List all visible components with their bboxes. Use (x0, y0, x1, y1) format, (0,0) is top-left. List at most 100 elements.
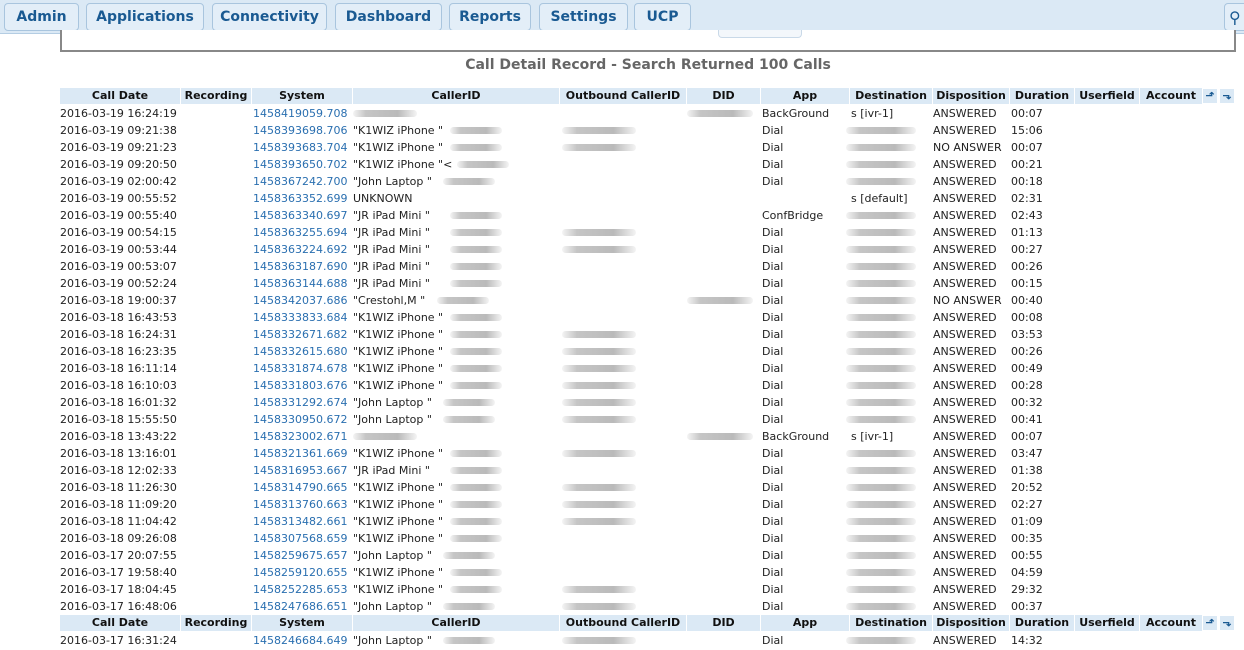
cell-system-link[interactable]: 1458367242.700 (253, 173, 352, 190)
redacted-outbound-callerid (562, 484, 636, 491)
cell-system-link[interactable]: 1458332615.680 (253, 343, 352, 360)
sort-descending-icon[interactable]: ⬎ (1220, 616, 1234, 630)
cell-system-link[interactable]: 1458363340.697 (253, 207, 352, 224)
header-callerid[interactable]: CallerID (353, 88, 559, 104)
redacted-callerid (443, 637, 495, 644)
cell-system-link[interactable]: 1458419059.708 (253, 105, 352, 122)
report-frame-tab[interactable] (718, 30, 802, 38)
cell-system-link[interactable]: 1458321361.669 (253, 445, 352, 462)
cell-duration: 03:53 (1011, 328, 1043, 341)
redacted-callerid (437, 297, 489, 304)
header-system[interactable]: System (252, 615, 352, 631)
nav-reports-button[interactable]: Reports (449, 3, 531, 31)
cell-system-link[interactable]: 1458313482.661 (253, 513, 352, 530)
redacted-callerid (450, 484, 502, 491)
cell-system-link[interactable]: 1458332671.682 (253, 326, 352, 343)
header-disposition[interactable]: Disposition (933, 88, 1009, 104)
header-outbound-callerid[interactable]: Outbound CallerID (560, 88, 686, 104)
cell-system-link[interactable]: 1458307568.659 (253, 530, 352, 547)
redacted-callerid (450, 314, 502, 321)
header-duration[interactable]: Duration (1010, 615, 1074, 631)
table-row: 2016-03-19 09:20:50 1458393650.702 "K1WIZ … (60, 156, 1238, 173)
cell-system-link[interactable]: 1458314790.665 (253, 479, 352, 496)
cell-system-link[interactable]: 1458331803.676 (253, 377, 352, 394)
cell-system-link[interactable]: 1458247686.651 (253, 598, 352, 615)
header-did[interactable]: DID (687, 88, 760, 104)
cell-system-link[interactable]: 1458316953.667 (253, 462, 352, 479)
cell-system-link[interactable]: 1458330950.672 (253, 411, 352, 428)
cell-duration: 00:27 (1011, 243, 1043, 256)
header-userfield[interactable]: Userfield (1075, 615, 1139, 631)
cell-system-link[interactable]: 1458393683.704 (253, 139, 352, 156)
cell-app: Dial (762, 260, 784, 273)
redacted-outbound-callerid (562, 144, 636, 151)
cell-system-link[interactable]: 1458259120.655 (253, 564, 352, 581)
nav-applications-button[interactable]: Applications (86, 3, 204, 31)
cell-call-date: 2016-03-19 09:21:23 (60, 141, 177, 154)
redacted-callerid (450, 212, 502, 219)
search-button[interactable]: ⚲ (1224, 3, 1244, 31)
header-destination[interactable]: Destination (850, 88, 932, 104)
nav-connectivity-button[interactable]: Connectivity (212, 3, 327, 31)
cell-system-link[interactable]: 1458363255.694 (253, 224, 352, 241)
sort-ascending-icon[interactable]: ⬏ (1203, 89, 1217, 103)
header-recording[interactable]: Recording (181, 88, 251, 104)
cell-system-link[interactable]: 1458331874.678 (253, 360, 352, 377)
cell-system-link[interactable]: 1458333833.684 (253, 309, 352, 326)
cell-call-date: 2016-03-18 16:11:14 (60, 362, 177, 375)
header-destination[interactable]: Destination (850, 615, 932, 631)
cell-duration: 03:47 (1011, 447, 1043, 460)
cell-app: Dial (762, 447, 784, 460)
cell-system-link[interactable]: 1458331292.674 (253, 394, 352, 411)
cell-system-link[interactable]: 1458363352.699 (253, 190, 352, 207)
redacted-destination (846, 399, 916, 406)
cell-call-date: 2016-03-19 00:54:15 (60, 226, 177, 239)
cell-system-link[interactable]: 1458393650.702 (253, 156, 352, 173)
cell-disposition: ANSWERED (933, 566, 997, 579)
header-account[interactable]: Account (1140, 88, 1202, 104)
redacted-callerid (443, 178, 495, 185)
cell-duration: 00:15 (1011, 277, 1043, 290)
header-account[interactable]: Account (1140, 615, 1202, 631)
cell-system-link[interactable]: 1458246684.649 (253, 632, 352, 649)
redacted-destination (846, 229, 916, 236)
cell-system-link[interactable]: 1458393698.706 (253, 122, 352, 139)
redacted-destination (846, 297, 916, 304)
sort-ascending-icon[interactable]: ⬏ (1203, 616, 1217, 630)
table-row: 2016-03-18 16:23:35 1458332615.680 "K1WIZ … (60, 343, 1238, 360)
table-row: 2016-03-17 19:58:40 1458259120.655 "K1WIZ … (60, 564, 1238, 581)
cell-app: Dial (762, 600, 784, 613)
nav-ucp-button[interactable]: UCP (634, 3, 691, 31)
header-userfield[interactable]: Userfield (1075, 88, 1139, 104)
cell-disposition: ANSWERED (933, 481, 997, 494)
cell-system-link[interactable]: 1458313760.663 (253, 496, 352, 513)
cell-call-date: 2016-03-19 02:00:42 (60, 175, 177, 188)
header-app[interactable]: App (761, 88, 849, 104)
cell-callerid: "K1WIZ iPhone "< (353, 158, 453, 171)
cell-disposition: ANSWERED (933, 260, 997, 273)
nav-settings-button[interactable]: Settings (539, 3, 628, 31)
cell-system-link[interactable]: 1458363144.688 (253, 275, 352, 292)
header-app[interactable]: App (761, 615, 849, 631)
cell-system-link[interactable]: 1458342037.686 (253, 292, 352, 309)
header-system[interactable]: System (252, 88, 352, 104)
header-callerid[interactable]: CallerID (353, 615, 559, 631)
cell-system-link[interactable]: 1458363224.692 (253, 241, 352, 258)
cell-system-link[interactable]: 1458323002.671 (253, 428, 352, 445)
header-duration[interactable]: Duration (1010, 88, 1074, 104)
header-did[interactable]: DID (687, 615, 760, 631)
header-disposition[interactable]: Disposition (933, 615, 1009, 631)
header-outbound-callerid[interactable]: Outbound CallerID (560, 615, 686, 631)
nav-admin-button[interactable]: Admin (4, 3, 79, 31)
header-recording[interactable]: Recording (181, 615, 251, 631)
nav-dashboard-button[interactable]: Dashboard (335, 3, 442, 31)
cell-call-date: 2016-03-18 15:55:50 (60, 413, 177, 426)
cell-system-link[interactable]: 1458363187.690 (253, 258, 352, 275)
header-call-date[interactable]: Call Date (60, 88, 180, 104)
cell-disposition: NO ANSWER (933, 141, 1002, 154)
cell-system-link[interactable]: 1458259675.657 (253, 547, 352, 564)
redacted-callerid (450, 586, 502, 593)
cell-system-link[interactable]: 1458252285.653 (253, 581, 352, 598)
sort-descending-icon[interactable]: ⬎ (1220, 89, 1234, 103)
header-call-date[interactable]: Call Date (60, 615, 180, 631)
